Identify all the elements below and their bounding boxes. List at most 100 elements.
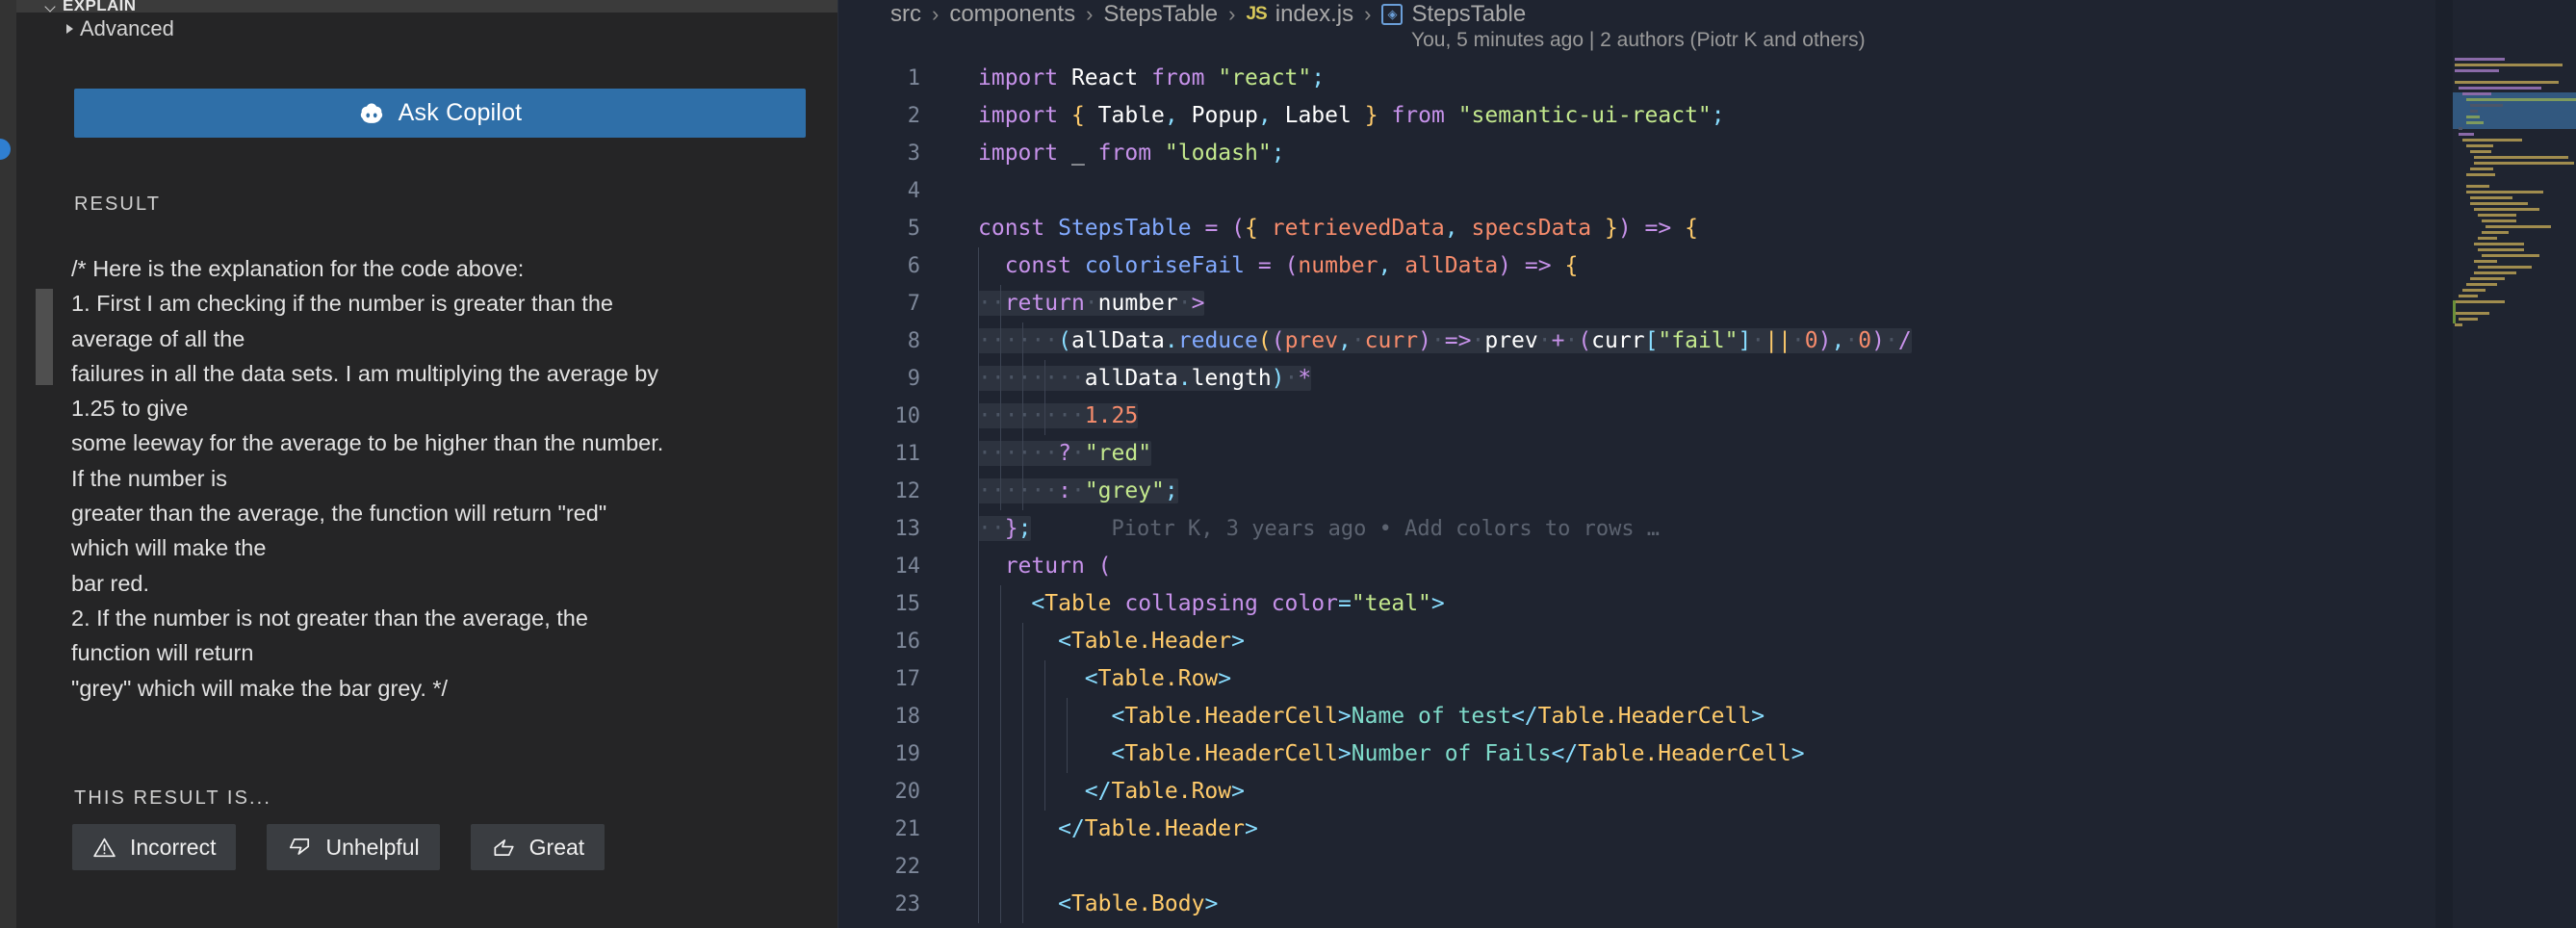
code-line[interactable]: 11 ······?·"red" xyxy=(837,435,2576,473)
sidebar-scrollbar[interactable] xyxy=(36,289,53,385)
code-text[interactable]: <Table.Body> xyxy=(978,886,1218,923)
code-line[interactable]: 7 ··return·number·> xyxy=(837,285,2576,351)
advanced-disclosure[interactable]: Advanced xyxy=(16,13,837,40)
code-line[interactable]: 14 return ( xyxy=(837,548,2576,585)
lightbulb-icon[interactable] xyxy=(941,291,1121,351)
glyph-margin xyxy=(938,60,978,97)
code-text[interactable]: <Table.HeaderCell>Number of Fails</Table… xyxy=(978,735,1805,773)
editor-minimap[interactable] xyxy=(2435,0,2576,928)
code-line[interactable]: 16 <Table.Header> xyxy=(837,623,2576,660)
line-number: 22 xyxy=(894,855,921,879)
code-line[interactable]: 23 <Table.Body> xyxy=(837,886,2576,923)
code-text[interactable] xyxy=(978,848,1023,886)
chevron-down-icon[interactable] xyxy=(43,0,59,13)
explain-panel-body: Advanced Ask Copilot RESULT /* Here is t… xyxy=(16,13,837,928)
line-number: 19 xyxy=(894,742,921,766)
feedback-unhelpful-label: Unhelpful xyxy=(325,834,420,860)
explanation-result-text: /* Here is the explanation for the code … xyxy=(71,256,664,701)
code-text[interactable]: import _ from "lodash"; xyxy=(978,135,1285,172)
code-text[interactable]: ······:·"grey"; xyxy=(978,473,1178,510)
breadcrumb-item-indexjs[interactable]: index.js xyxy=(1275,1,1353,28)
code-text[interactable]: ········allData.length)·* xyxy=(978,360,1312,398)
activity-bar xyxy=(0,0,16,928)
code-text[interactable]: ······?·"red" xyxy=(978,435,1152,473)
breadcrumb[interactable]: src › components › StepsTable › JS index… xyxy=(837,0,2576,29)
code-line[interactable]: 18 <Table.HeaderCell>Name of test</Table… xyxy=(837,698,2576,735)
code-text[interactable]: import React from "react"; xyxy=(978,60,1325,97)
code-line[interactable]: 17 <Table.Row> xyxy=(837,660,2576,698)
code-text[interactable] xyxy=(978,172,992,210)
code-text[interactable]: ··}; Piotr K, 3 years ago • Add colors t… xyxy=(978,510,1660,548)
line-number: 15 xyxy=(894,592,921,616)
code-line[interactable]: 2 import { Table, Popup, Label } from "s… xyxy=(837,97,2576,135)
line-number: 8 xyxy=(907,329,920,353)
code-lines[interactable]: 1 import React from "react"; 2 import { … xyxy=(837,60,2576,928)
vscode-window: EXPLAIN Advanced Ask Copilot RESULT /* H… xyxy=(0,0,2576,928)
code-text[interactable]: ··return·number·> xyxy=(978,285,1205,322)
code-line[interactable]: 3 import _ from "lodash"; xyxy=(837,135,2576,172)
explain-panel-header[interactable]: EXPLAIN xyxy=(16,0,837,13)
feedback-unhelpful-button[interactable]: Unhelpful xyxy=(267,824,440,870)
code-line[interactable]: 4 xyxy=(837,172,2576,210)
glyph-margin xyxy=(938,735,978,773)
warning-triangle-icon xyxy=(92,836,116,860)
advanced-label: Advanced xyxy=(80,16,174,40)
line-number: 9 xyxy=(907,367,920,391)
code-text[interactable]: return ( xyxy=(978,548,1112,585)
code-line[interactable]: 13 ··}; Piotr K, 3 years ago • Add color… xyxy=(837,510,2576,548)
feedback-great-button[interactable]: Great xyxy=(470,824,605,870)
symbol-class-icon: ◈ xyxy=(1381,4,1404,25)
breadcrumb-item-src[interactable]: src xyxy=(890,1,921,28)
line-number: 11 xyxy=(894,442,921,466)
code-text[interactable]: ······(allData.reduce((prev,·curr)·=>·pr… xyxy=(978,322,1912,360)
glyph-margin xyxy=(938,548,978,585)
code-text[interactable]: <Table.Row> xyxy=(978,660,1231,698)
glyph-margin xyxy=(938,698,978,735)
line-number: 5 xyxy=(907,217,920,241)
code-line[interactable]: 22 xyxy=(837,848,2576,886)
glyph-margin xyxy=(938,510,978,548)
inline-blame-annotation[interactable]: Piotr K, 3 years ago • Add colors to row… xyxy=(1112,517,1661,541)
code-editor: src › components › StepsTable › JS index… xyxy=(837,0,2576,928)
code-line[interactable]: 10 ········1.25 xyxy=(837,398,2576,435)
glyph-margin xyxy=(938,473,978,510)
feedback-incorrect-button[interactable]: Incorrect xyxy=(72,824,237,870)
code-line[interactable]: 8 ······(allData.reduce((prev,·curr)·=>·… xyxy=(837,322,2576,360)
feedback-incorrect-label: Incorrect xyxy=(130,834,217,860)
breadcrumb-item-stepstable[interactable]: StepsTable xyxy=(1103,1,1218,28)
activity-bar-badge[interactable] xyxy=(0,139,11,160)
code-line[interactable]: 12 ······:·"grey"; xyxy=(837,473,2576,510)
ask-copilot-button[interactable]: Ask Copilot xyxy=(74,89,806,138)
line-number: 23 xyxy=(894,892,921,916)
code-line[interactable]: 1 import React from "react"; xyxy=(837,60,2576,97)
code-text[interactable]: ········1.25 xyxy=(978,398,1139,435)
line-number: 3 xyxy=(907,142,920,166)
code-line[interactable]: 21 </Table.Header> xyxy=(837,811,2576,848)
breadcrumb-item-components[interactable]: components xyxy=(949,1,1075,28)
code-text[interactable]: <Table collapsing color="teal"> xyxy=(978,585,1445,623)
code-line[interactable]: 15 <Table collapsing color="teal"> xyxy=(837,585,2576,623)
glyph-margin[interactable] xyxy=(938,285,1121,351)
glyph-margin xyxy=(938,210,978,247)
line-number: 13 xyxy=(894,517,921,541)
code-text[interactable]: const coloriseFail = (number, allData) =… xyxy=(978,247,1578,285)
code-text[interactable]: </Table.Header> xyxy=(978,811,1258,848)
code-text[interactable]: <Table.Header> xyxy=(978,623,1245,660)
js-file-icon: JS xyxy=(1246,4,1267,24)
code-line[interactable]: 5 const StepsTable = ({ retrievedData, s… xyxy=(837,210,2576,247)
chevron-right-icon xyxy=(66,24,73,34)
code-text[interactable]: </Table.Row> xyxy=(978,773,1245,811)
code-line[interactable]: 6 const coloriseFail = (number, allData)… xyxy=(837,247,2576,285)
code-text[interactable]: const StepsTable = ({ retrievedData, spe… xyxy=(978,210,1698,247)
breadcrumb-item-symbol-stepstable[interactable]: StepsTable xyxy=(1411,1,1526,28)
code-line[interactable]: 9 ········allData.length)·* xyxy=(837,360,2576,398)
code-line[interactable]: 19 <Table.HeaderCell>Number of Fails</Ta… xyxy=(837,735,2576,773)
glyph-margin xyxy=(938,623,978,660)
code-text[interactable]: import { Table, Popup, Label } from "sem… xyxy=(978,97,1725,135)
line-number: 6 xyxy=(907,254,920,278)
code-text[interactable]: <Table.HeaderCell>Name of test</Table.He… xyxy=(978,698,1765,735)
code-line[interactable]: 20 </Table.Row> xyxy=(837,773,2576,811)
result-section-label: RESULT xyxy=(74,193,162,215)
glyph-margin xyxy=(938,135,978,172)
breadcrumb-separator: › xyxy=(1086,2,1094,26)
